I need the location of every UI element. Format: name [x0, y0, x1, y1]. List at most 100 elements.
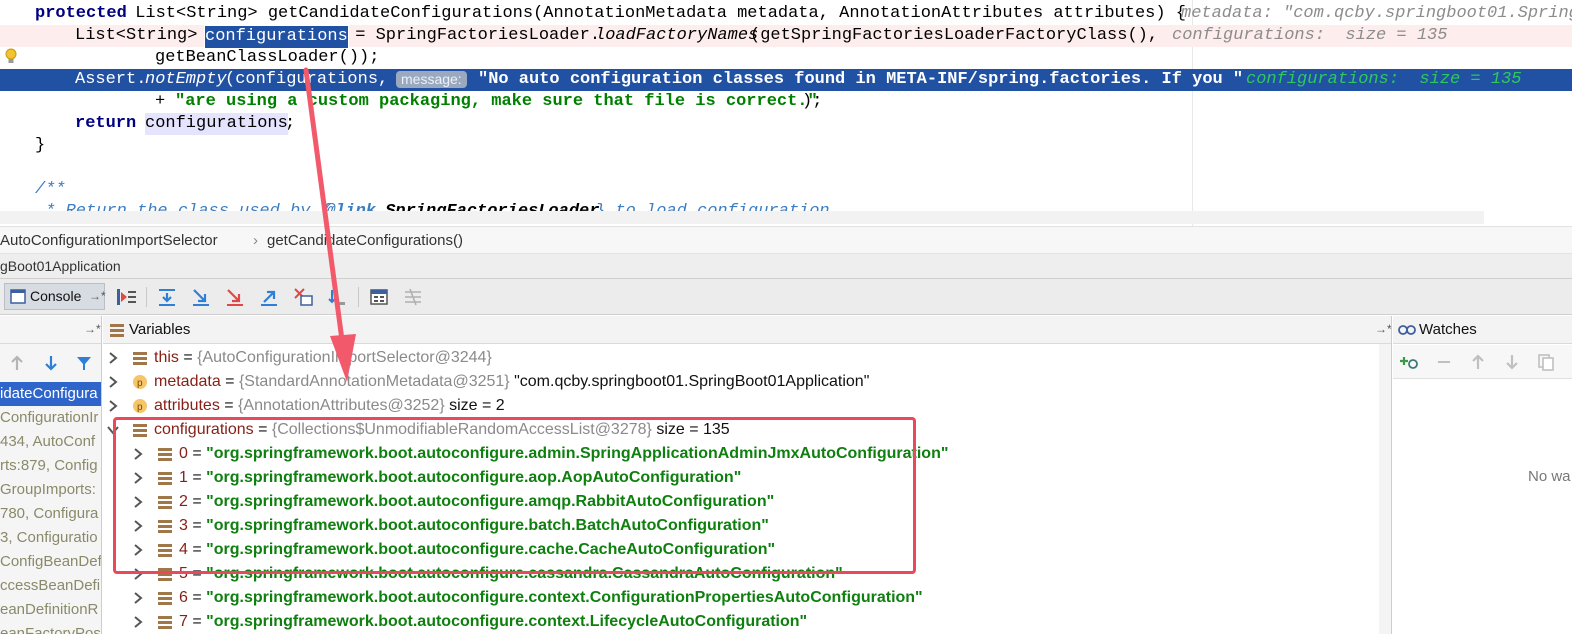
element-value: "org.springframework.boot.autoconfigure.…	[206, 589, 923, 606]
variable-name: attributes	[154, 397, 220, 414]
frame-item[interactable]: ConfigurationIr	[0, 406, 101, 430]
breadcrumb-separator: ›	[253, 232, 258, 249]
variable-name: this	[154, 349, 179, 366]
pin-icon[interactable]: →*	[1375, 322, 1391, 336]
code-line-current-execution[interactable]: Assert. notEmpty (configurations, messag…	[0, 69, 1572, 91]
frame-item[interactable]: eanDefinitionR	[0, 598, 101, 622]
watches-empty-message: No wa	[1528, 468, 1571, 485]
console-icon	[10, 289, 26, 304]
parameter-icon: p	[133, 399, 147, 413]
frame-item[interactable]: idateConfigura	[0, 382, 101, 406]
chevron-right-icon[interactable]	[107, 351, 119, 365]
equals-sign: =	[219, 397, 239, 414]
step-over-icon[interactable]	[156, 286, 178, 308]
add-watch-icon[interactable]	[1400, 353, 1420, 371]
frame-item[interactable]: 3, Configuratio	[0, 526, 101, 550]
frame-item[interactable]: eanFactoryPos	[0, 622, 101, 634]
equals-sign: =	[187, 613, 207, 630]
variables-scrollbar[interactable]	[1379, 344, 1391, 634]
pin-icon[interactable]: →*	[84, 322, 101, 336]
run-to-cursor-icon[interactable]	[326, 286, 348, 308]
string-literal: "are using a custom packaging, make sure…	[175, 92, 818, 111]
list-item[interactable]: 7 = "org.springframework.boot.autoconfig…	[103, 610, 1373, 634]
debug-session-tab[interactable]: gBoot01Application	[0, 254, 1572, 279]
code-line-concat[interactable]: + "are using a custom packaging, make su…	[0, 91, 1572, 113]
variable-row-attributes[interactable]: p attributes = {AnnotationAttributes@325…	[103, 394, 1373, 418]
code-text: = SpringFactoriesLoader.	[345, 26, 601, 45]
inline-debug-value: configurations: size = 135	[1172, 26, 1448, 45]
evaluate-expression-icon[interactable]	[368, 286, 390, 308]
watches-toolbar	[1393, 345, 1572, 379]
frame-item[interactable]: ccessBeanDefini	[0, 574, 101, 598]
run-configuration-name: gBoot01Application	[0, 258, 121, 274]
code-editor[interactable]: protected List<String> getCandidateConfi…	[0, 0, 1572, 226]
watches-header: Watches	[1393, 316, 1572, 344]
variable-row-metadata[interactable]: p metadata = {StandardAnnotationMetadata…	[103, 370, 1373, 394]
annotation-highlight-box	[113, 417, 916, 574]
variable-extra: size = 2	[444, 397, 505, 414]
frame-item[interactable]: GroupImports:	[0, 478, 101, 502]
toolbar-separator	[358, 287, 359, 307]
variables-header: Variables →*	[103, 316, 1391, 344]
list-item[interactable]: 6 = "org.springframework.boot.autoconfig…	[103, 586, 1373, 610]
frame-item[interactable]: 780, Configura	[0, 502, 101, 526]
method-signature: List<String> getCandidateConfigurations(…	[125, 4, 1186, 23]
pin-icon[interactable]: →*	[89, 289, 106, 303]
force-step-into-icon[interactable]	[224, 286, 246, 308]
frames-header: →*	[0, 316, 101, 344]
debug-toolbar: Console →*	[0, 279, 1572, 315]
chevron-right-icon[interactable]	[107, 399, 119, 413]
drop-frame-icon[interactable]	[292, 286, 314, 308]
breadcrumb-method[interactable]: getCandidateConfigurations()	[267, 232, 463, 249]
move-up-icon[interactable]	[1469, 353, 1487, 371]
filter-icon[interactable]	[75, 354, 93, 372]
trace-stream-icon[interactable]	[402, 286, 424, 308]
show-execution-point-icon[interactable]	[115, 286, 137, 308]
chevron-right-icon[interactable]	[107, 375, 119, 389]
remove-watch-icon[interactable]	[1435, 353, 1453, 371]
method-call: loadFactoryNames	[595, 26, 759, 45]
field-icon	[158, 592, 172, 605]
step-out-icon[interactable]	[258, 286, 280, 308]
move-down-icon[interactable]	[1503, 353, 1521, 371]
variable-extra: "com.qcby.springboot01.SpringBoot01Appli…	[509, 373, 870, 390]
frame-item[interactable]: 434, AutoConf	[0, 430, 101, 454]
string-literal: "No auto configuration classes found in …	[478, 70, 1244, 89]
code-line-configurations-assign[interactable]: List<String> configurations = SpringFact…	[0, 25, 1572, 63]
code-line-close-brace[interactable]: }	[0, 135, 1572, 157]
equals-sign: =	[178, 349, 198, 366]
toolbar-separator	[146, 287, 147, 307]
arrow-down-icon[interactable]	[42, 354, 60, 372]
console-tab[interactable]: Console →*	[4, 283, 106, 310]
watches-title: Watches	[1419, 321, 1477, 338]
svg-text:p: p	[137, 402, 143, 413]
frame-item[interactable]: rts:879, Config	[0, 454, 101, 478]
code-line-classloader[interactable]: getBeanClassLoader());	[0, 47, 1572, 69]
code-line-javadoc-start[interactable]: /**	[0, 179, 1572, 201]
code-text: getBeanClassLoader());	[155, 48, 380, 67]
element-index: 7	[179, 613, 188, 630]
chevron-right-icon[interactable]	[132, 615, 144, 629]
chevron-right-icon[interactable]	[132, 591, 144, 605]
frame-item[interactable]: ConfigBeanDef	[0, 550, 101, 574]
arrow-up-icon[interactable]	[8, 354, 26, 372]
code-text: +	[155, 92, 176, 111]
keyword-return: return	[75, 114, 137, 133]
element-index: 6	[179, 589, 188, 606]
code-text: (getSpringFactoriesLoaderFactoryClass(),	[750, 26, 1159, 45]
code-line-return[interactable]: return configurations ;	[0, 113, 1572, 135]
selected-variable[interactable]: configurations	[204, 25, 349, 49]
field-icon	[133, 352, 147, 365]
variables-icon	[110, 324, 124, 337]
variables-title: Variables	[129, 321, 191, 338]
variable-row-this[interactable]: this = {AutoConfigurationImportSelector@…	[103, 346, 1373, 370]
svg-text:p: p	[137, 378, 143, 389]
code-line-signature[interactable]: protected List<String> getCandidateConfi…	[0, 3, 1572, 25]
code-text: );	[802, 92, 823, 111]
copy-icon[interactable]	[1537, 353, 1555, 371]
variable-name: metadata	[154, 373, 221, 390]
editor-horizontal-scrollbar[interactable]	[0, 211, 1484, 224]
breadcrumb-class[interactable]: AutoConfigurationImportSelector	[0, 232, 218, 249]
keyword-protected: protected	[35, 4, 127, 23]
step-into-icon[interactable]	[190, 286, 212, 308]
